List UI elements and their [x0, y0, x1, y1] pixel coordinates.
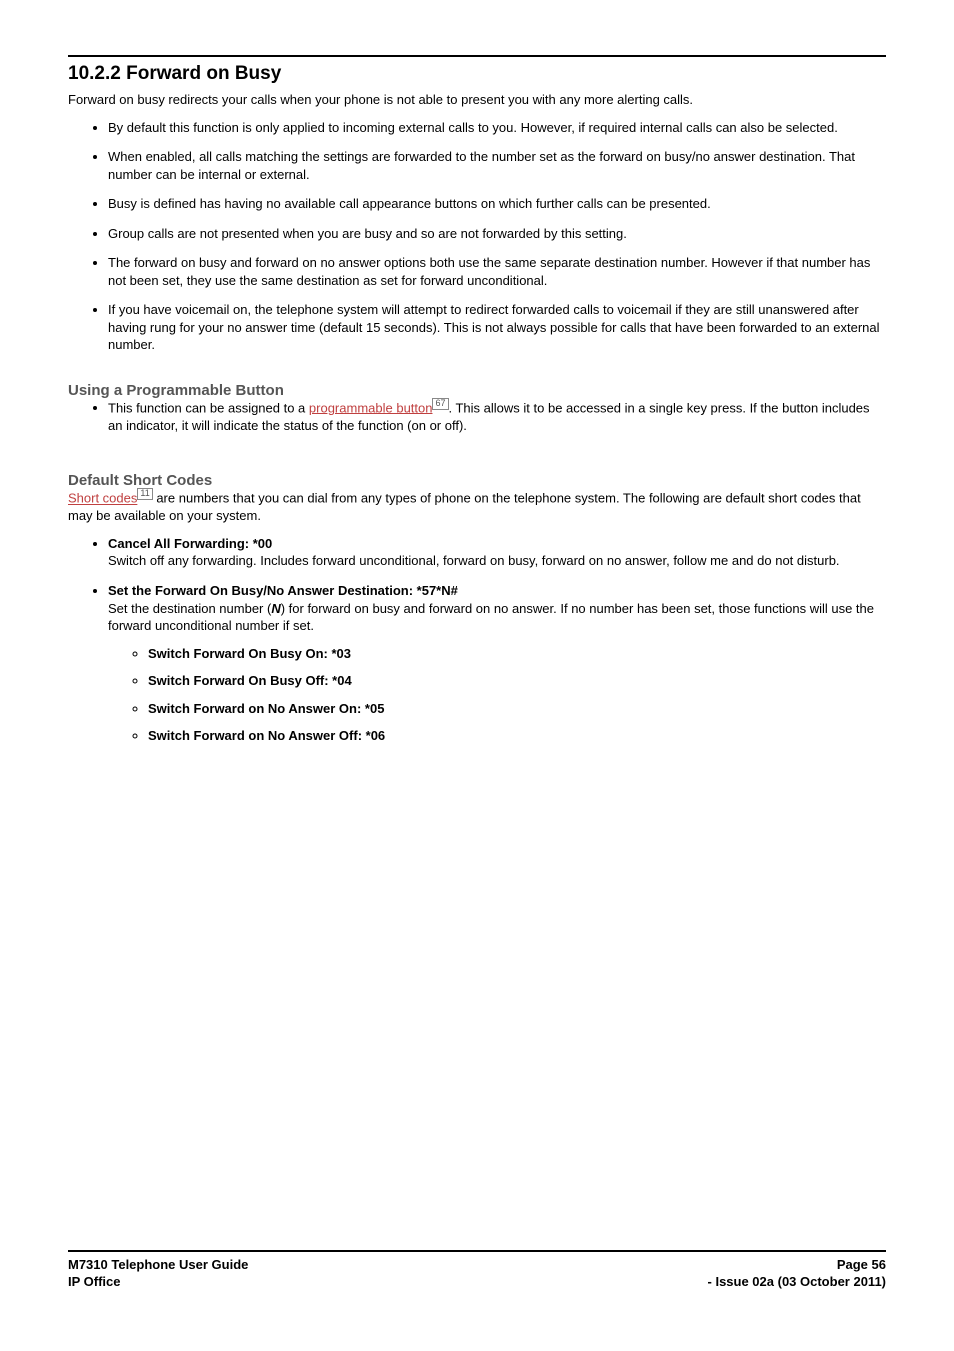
footer-left: IP Office [68, 1273, 121, 1291]
footer-divider [68, 1250, 886, 1252]
short-codes-link[interactable]: Short codes [68, 491, 137, 506]
section-title: 10.2.2 Forward on Busy [68, 63, 886, 85]
code-body: Switch off any forwarding. Includes forw… [108, 553, 840, 568]
list-item: Switch Forward On Busy On: *03 [148, 645, 886, 663]
list-item: Set the Forward On Busy/No Answer Destin… [108, 582, 886, 745]
top-divider [68, 55, 886, 57]
list-item: Busy is defined has having no available … [108, 195, 886, 213]
code-heading: Switch Forward On Busy Off: *04 [148, 673, 352, 688]
main-bullet-list: By default this function is only applied… [68, 119, 886, 354]
subheading-programmable: Using a Programmable Button [68, 382, 886, 399]
page-footer: M7310 Telephone User Guide Page 56 IP Of… [68, 1250, 886, 1291]
code-heading: Set the Forward On Busy/No Answer Destin… [108, 583, 458, 598]
text: are numbers that you can dial from any t… [68, 491, 861, 524]
issue-date: - Issue 02a (03 October 2011) [708, 1274, 886, 1289]
page-ref-icon: 67 [432, 398, 448, 410]
text: Set the destination number ( [108, 601, 271, 616]
list-item: Switch Forward on No Answer On: *05 [148, 700, 886, 718]
list-item: If you have voicemail on, the telephone … [108, 301, 886, 354]
list-item: By default this function is only applied… [108, 119, 886, 137]
page-number: Page 56 [837, 1257, 886, 1272]
doc-title: M7310 Telephone User Guide [68, 1257, 248, 1272]
list-item: This function can be assigned to a progr… [108, 399, 886, 434]
footer-right: Page 56 [837, 1256, 886, 1274]
page-ref-icon: 11 [137, 488, 152, 500]
list-item: Switch Forward On Busy Off: *04 [148, 672, 886, 690]
shortcodes-list: Cancel All Forwarding: *00 Switch off an… [68, 535, 886, 745]
code-heading: Switch Forward on No Answer Off: *06 [148, 728, 385, 743]
text: This function can be assigned to a [108, 400, 309, 415]
list-item: Switch Forward on No Answer Off: *06 [148, 727, 886, 745]
list-item: Group calls are not presented when you a… [108, 225, 886, 243]
variable-n: N [271, 601, 280, 616]
footer-right: - Issue 02a (03 October 2011) [708, 1273, 886, 1291]
subheading-shortcodes: Default Short Codes [68, 472, 886, 489]
product-name: IP Office [68, 1274, 121, 1289]
list-item: The forward on busy and forward on no an… [108, 254, 886, 289]
intro-paragraph: Forward on busy redirects your calls whe… [68, 91, 886, 109]
programmable-button-link[interactable]: programmable button [309, 400, 433, 415]
code-heading: Switch Forward on No Answer On: *05 [148, 701, 384, 716]
list-item: When enabled, all calls matching the set… [108, 148, 886, 183]
code-heading: Switch Forward On Busy On: *03 [148, 646, 351, 661]
nested-codes-list: Switch Forward On Busy On: *03 Switch Fo… [108, 645, 886, 745]
list-item: Cancel All Forwarding: *00 Switch off an… [108, 535, 886, 570]
programmable-list: This function can be assigned to a progr… [68, 399, 886, 434]
code-heading: Cancel All Forwarding: *00 [108, 536, 272, 551]
page-content: 10.2.2 Forward on Busy Forward on busy r… [0, 0, 954, 745]
footer-left: M7310 Telephone User Guide [68, 1256, 248, 1274]
shortcodes-intro: Short codes11 are numbers that you can d… [68, 489, 886, 524]
